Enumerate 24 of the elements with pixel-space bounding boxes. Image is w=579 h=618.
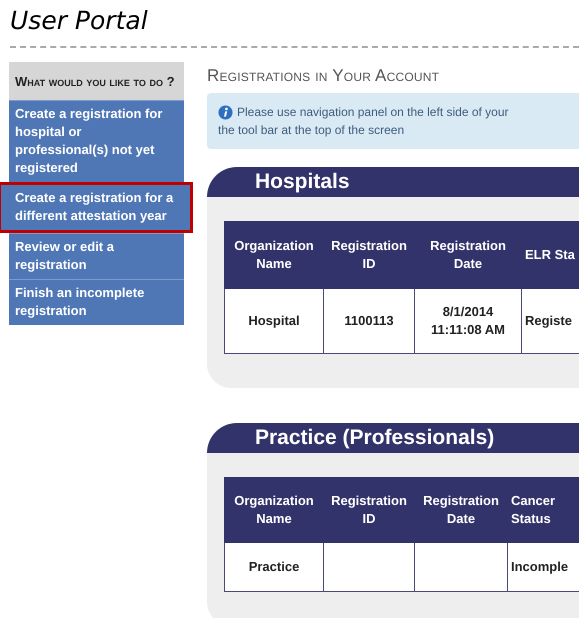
sidebar-link[interactable]: Create a registration for hospital or professional(s) not yet registered [9,100,184,182]
column-header: Organization Name [224,222,324,288]
sidebar-link[interactable]: Review or edit a registration [9,233,184,279]
page-title: User Portal [9,5,149,37]
column-header: Cancer Status [508,478,579,542]
column-header: Registration ID [324,478,414,542]
sidebar-link[interactable]: Create a registration for a different attestation year [1,185,190,230]
panel-title: Practice (Professionals) [255,426,494,450]
table-cell: 8/1/2014 11:11:08 AM [414,288,522,354]
table-cell: Practice [224,542,324,592]
column-header: Registration Date [414,222,522,288]
sidebar-heading: What would you like to do ? [9,62,184,100]
section-heading: Registrations in Your Account [207,66,440,87]
notice-text: the tool bar at the top of the screen [218,122,404,139]
column-header: ELR Sta [522,222,579,288]
info-icon [218,104,233,120]
notice-text: Please use navigation panel on the left side of your [237,104,509,121]
table-cell: Hospital [224,288,324,354]
column-header: Registration Date [414,478,508,542]
table-cell: 1100113 [324,288,414,354]
sidebar-link[interactable]: Finish an incomplete registration [9,279,184,325]
panel-title: Hospitals [255,170,350,194]
column-header: Organization Name [224,478,324,542]
column-header: Registration ID [324,222,414,288]
